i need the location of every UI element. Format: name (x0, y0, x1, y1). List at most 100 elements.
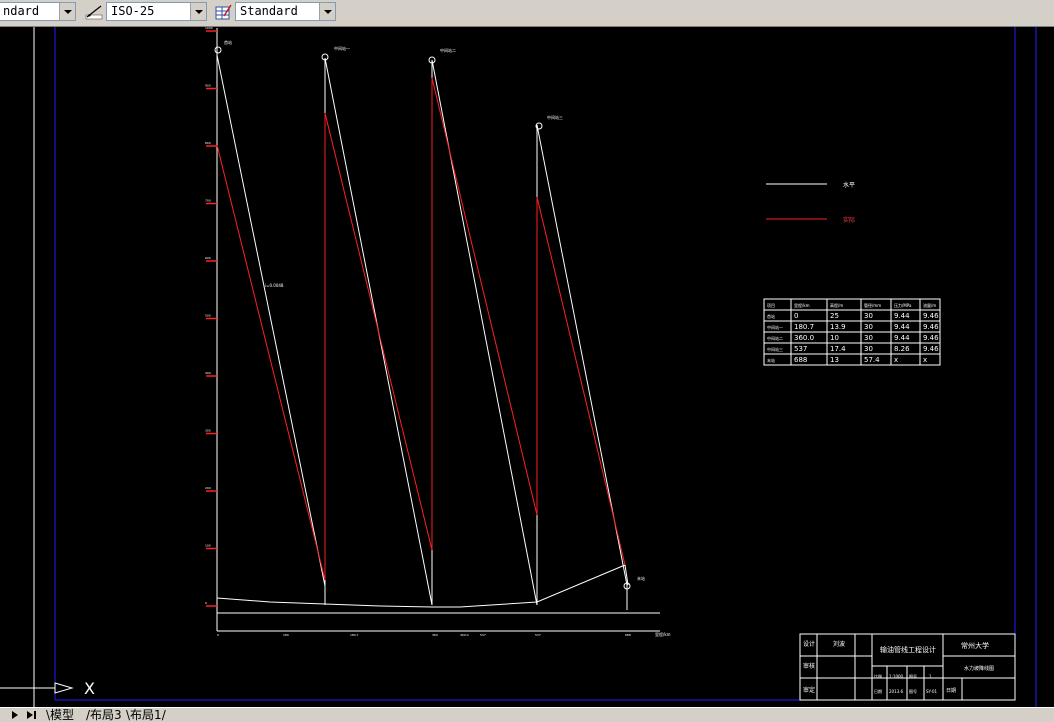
terrain-profile (216, 564, 629, 608)
gradient-annotation: i=0.0048 (265, 283, 284, 288)
table-cell: 0 (794, 312, 798, 320)
table-cell: 中间站二 (767, 335, 783, 341)
x-tick-label: 0 (217, 633, 219, 637)
drawing-canvas[interactable]: 10009008007006005004003002001000 0 180 180… (0, 27, 1054, 707)
y-tick-label: 1000 (205, 27, 213, 30)
station-marker (214, 46, 222, 54)
table-style-value: Standard (240, 4, 298, 18)
table-cell: 180.7 (794, 323, 814, 331)
y-ticks: 10009008007006005004003002001000 (205, 27, 217, 607)
x-axis-label: 里程/km (655, 631, 671, 637)
legend-white-label: 水平 (843, 181, 855, 189)
tab-model-label: 模型 (50, 708, 75, 722)
y-tick-label: 900 (205, 84, 211, 88)
sheet-label: 图号 (909, 673, 917, 679)
legend: 水平 实际 (766, 181, 855, 224)
table-cell: 首站 (767, 313, 775, 319)
table-cell: 9.46 (923, 323, 939, 331)
table-header-cell: 压力/MPa (894, 302, 912, 308)
table-cell: 360.0 (794, 334, 814, 342)
last-tab-icon[interactable] (24, 709, 38, 721)
text-style-combo[interactable]: ndard (0, 2, 76, 21)
date-label: 日期 (874, 688, 882, 694)
table-cell: 9.44 (894, 312, 910, 320)
y-tick-label: 500 (205, 314, 211, 318)
tab-layout3-label: 布局3 (90, 708, 122, 722)
station-label: 中间站二 (440, 47, 456, 53)
table-header-cell: 流量/m (923, 302, 936, 308)
checker-label: 审核 (803, 662, 815, 670)
approve-label: 审定 (803, 686, 815, 694)
table-cell: 9.46 (923, 312, 939, 320)
next-tab-icon[interactable] (8, 709, 22, 721)
drawing-no-value: SY-01 (926, 689, 937, 694)
table-cell: 25 (830, 312, 839, 320)
y-tick-label: 100 (205, 544, 211, 548)
designer-label: 设计 (803, 640, 815, 648)
project-title: 输油管线工程设计 (880, 645, 936, 654)
text-style-value: ndard (3, 4, 40, 18)
red-gradient-line (216, 77, 626, 581)
table-style-combo[interactable]: Standard (235, 2, 336, 21)
y-tick-label: 600 (205, 256, 211, 260)
style-toolbar: ndard ISO-25 Standard (0, 0, 1054, 27)
svg-text:X: X (84, 679, 95, 698)
white-gradient-series (216, 54, 628, 610)
station-label: 中间站一 (334, 45, 350, 51)
tab-layout1-label: 布局1 (130, 708, 162, 722)
y-tick-label: 700 (205, 199, 211, 203)
table-cell: 9.44 (894, 323, 910, 331)
x-tick-label: 537 (480, 633, 486, 637)
table-cell: 30 (864, 323, 873, 331)
table-cell: 537 (794, 345, 807, 353)
scale-value: 1:1000 (889, 674, 904, 679)
tab-layout1[interactable]: \布局1/ (126, 708, 166, 722)
table-style-icon[interactable] (214, 3, 232, 21)
x-tick-label: 688 (625, 633, 631, 637)
x-ticks: 0 180 180.7 360 360.0 537 537 688 (217, 633, 631, 637)
y-tick-label: 0 (205, 601, 207, 605)
x-tick-label: 360 (432, 633, 438, 637)
date-value: 2013.6 (889, 689, 903, 694)
layout-tabs-bar: \模型 /布局3 \布局1/ (0, 707, 1054, 722)
chevron-down-icon[interactable] (190, 3, 206, 20)
table-header-cell: 项目 (767, 302, 775, 308)
table-cell: 13 (830, 356, 839, 364)
dim-style-combo[interactable]: ISO-25 (106, 2, 207, 21)
y-tick-label: 400 (205, 371, 211, 375)
table-cell: 13.9 (830, 323, 846, 331)
table-cell: 30 (864, 334, 873, 342)
chevron-down-icon[interactable] (319, 3, 335, 20)
table-cell: 30 (864, 345, 873, 353)
table-cell: 10 (830, 334, 839, 342)
legend-red-label: 实际 (843, 216, 855, 224)
table-cell: 8.26 (894, 345, 910, 353)
designer-name: 刘波 (833, 640, 845, 648)
table-cell: 9.46 (923, 334, 939, 342)
x-tick-label: 180.7 (350, 633, 359, 637)
station-label: 中间站三 (547, 114, 563, 120)
chevron-down-icon[interactable] (59, 3, 75, 20)
white-gradient-line (216, 54, 628, 610)
scale-label: 比例 (874, 673, 882, 679)
table-cell: 57.4 (864, 356, 880, 364)
table-cell: 中间站一 (767, 324, 783, 330)
school-name: 常州大学 (961, 641, 989, 650)
x-tick-label: 537 (535, 633, 541, 637)
table-header-cell: 管径/mm (864, 302, 881, 308)
station-label: 末站 (637, 575, 645, 581)
table-cell: 30 (864, 312, 873, 320)
table-cell: x (923, 356, 927, 364)
y-tick-label: 800 (205, 141, 211, 145)
station-data-table: 项目 里程/km 高程/m 管径/mm 压力/MPa 流量/m 首站 0 25 30 9.44 9.4… (763, 298, 941, 366)
tab-model[interactable]: \模型 (46, 708, 74, 722)
title-block: 设计 刘波 审核 审定 输油管线工程设计 比例 1:1000 图号 1 日期 2… (799, 633, 1016, 701)
dimension-style-icon[interactable] (85, 3, 103, 21)
table-cell: 9.46 (923, 345, 939, 353)
date-label-2: 日期 (946, 688, 956, 694)
red-gradient-series (216, 77, 626, 581)
x-tick-label: 180 (283, 633, 289, 637)
tab-layout3[interactable]: /布局3 (86, 708, 122, 722)
table-cell: 末站 (767, 357, 775, 363)
drawing-name: 水力坡降线图 (964, 665, 994, 672)
